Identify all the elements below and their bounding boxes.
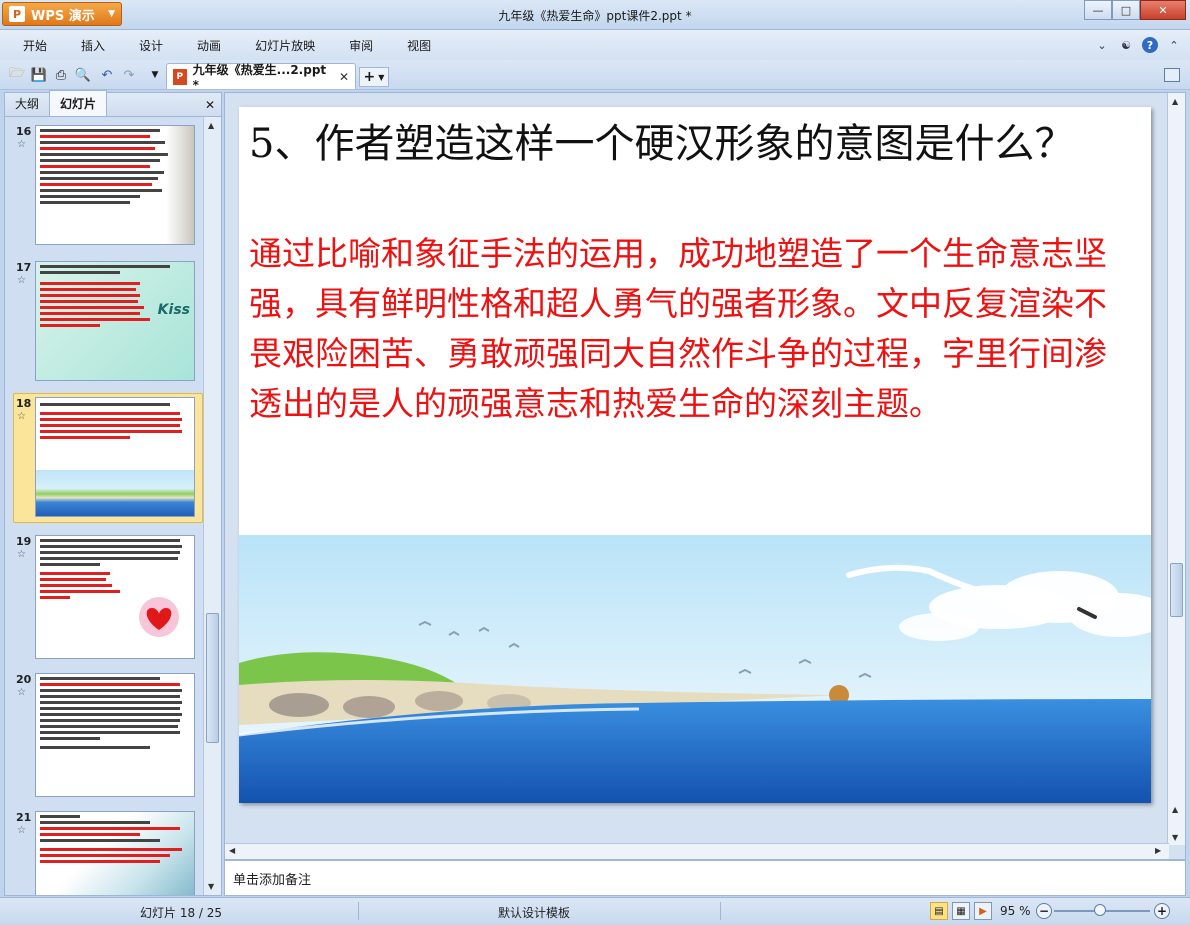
scroll-up-icon[interactable]: ▲ xyxy=(1172,97,1178,106)
slide-number: 21 xyxy=(16,811,32,824)
print-preview-icon[interactable]: 🔍 xyxy=(74,66,92,84)
animation-star-icon: ☆ xyxy=(17,687,26,698)
slide-number: 20 xyxy=(16,673,32,686)
scroll-up-icon[interactable]: ▲ xyxy=(208,121,214,130)
animation-star-icon: ☆ xyxy=(17,411,26,422)
slideshow-view-button[interactable]: ▶ xyxy=(974,902,992,920)
slide-thumbnail-18[interactable]: 18 ☆ xyxy=(5,397,203,521)
window-title: 九年级《热爱生命》ppt课件2.ppt * xyxy=(498,9,692,23)
notes-pane[interactable]: 单击添加备注 xyxy=(224,860,1186,896)
panel-tabs: 大纲 幻灯片 ✕ xyxy=(5,90,221,117)
scroll-up-icon[interactable]: ▲ xyxy=(1172,805,1178,814)
window-controls: — □ ✕ xyxy=(1084,0,1186,20)
tab-slides[interactable]: 幻灯片 xyxy=(49,90,108,116)
window-layout-icon[interactable] xyxy=(1164,68,1180,82)
normal-view-button[interactable]: ▤ xyxy=(930,902,948,920)
design-template-name: 默认设计模板 xyxy=(498,906,571,920)
close-tab-icon[interactable]: ✕ xyxy=(339,70,349,84)
thumb-decoration xyxy=(166,126,194,244)
status-divider xyxy=(720,902,721,920)
help-icon[interactable]: ? xyxy=(1142,37,1158,53)
menu-animation[interactable]: 动画 xyxy=(180,37,238,54)
zoom-slider-knob[interactable] xyxy=(1094,904,1106,916)
save-icon[interactable]: 💾 xyxy=(30,66,48,84)
maximize-button[interactable]: □ xyxy=(1112,0,1140,20)
slide-body-text[interactable]: 通过比喻和象征手法的运用，成功地塑造了一个生命意志坚强，具有鲜明性格和超人勇气的… xyxy=(249,229,1129,429)
quick-access-toolbar: 🗁 💾 ⎙ 🔍 ↶ ↷ ▼ P 九年级《热爱生...2.ppt * ✕ + ▼ xyxy=(0,60,1190,92)
thumbnail-image xyxy=(35,125,195,245)
slide-thumbnail-17[interactable]: 17 ☆ Kiss xyxy=(5,261,203,385)
scroll-right-icon[interactable]: ▶ xyxy=(1155,846,1161,855)
zoom-out-button[interactable]: − xyxy=(1036,903,1052,919)
current-slide[interactable]: 5、作者塑造这样一个硬汉形象的意图是什么？ 通过比喻和象征手法的运用，成功地塑造… xyxy=(239,107,1151,803)
redo-icon[interactable]: ↷ xyxy=(120,66,138,84)
scroll-down-icon[interactable]: ▼ xyxy=(208,882,214,891)
animation-star-icon: ☆ xyxy=(17,139,26,150)
document-tab-label: 九年级《热爱生...2.ppt * xyxy=(192,63,327,92)
editor-vertical-scrollbar[interactable]: ▲ ▲ ▼ xyxy=(1167,93,1185,845)
close-button[interactable]: ✕ xyxy=(1140,0,1186,20)
menu-design[interactable]: 设计 xyxy=(122,37,180,54)
ribbon-toggle-icon[interactable]: ⌃ xyxy=(1166,37,1182,53)
menu-review[interactable]: 审阅 xyxy=(332,37,390,54)
menu-right-tools: ⌄ ☯ ? ⌃ xyxy=(1094,37,1182,53)
undo-icon[interactable]: ↶ xyxy=(98,66,116,84)
menu-home[interactable]: 开始 xyxy=(6,37,64,54)
slides-panel: 大纲 幻灯片 ✕ 16 ☆ 17 ☆ Kiss 18 ☆ 19 ☆ 20 ☆ 2… xyxy=(4,90,222,896)
zoom-in-button[interactable]: + xyxy=(1154,903,1170,919)
print-icon[interactable]: ⎙ xyxy=(52,66,70,84)
status-divider xyxy=(358,902,359,920)
scroll-left-icon[interactable]: ◀ xyxy=(229,846,235,855)
thumb-kiss-text: Kiss xyxy=(157,302,190,318)
animation-star-icon: ☆ xyxy=(17,825,26,836)
zoom-level: 95 % xyxy=(1000,904,1031,918)
menu-insert[interactable]: 插入 xyxy=(64,37,122,54)
thumbnail-image xyxy=(35,811,195,895)
slide-number: 16 xyxy=(16,125,32,138)
sea-scene-image xyxy=(239,535,1151,803)
minimize-button[interactable]: — xyxy=(1084,0,1112,20)
thumbnail-image xyxy=(35,397,195,517)
menu-view[interactable]: 视图 xyxy=(390,37,448,54)
title-bar: P WPS 演示 ▼ 九年级《热爱生命》ppt课件2.ppt * — □ ✕ xyxy=(0,0,1190,30)
status-bar: 幻灯片 18 / 25 默认设计模板 ▤ ▦ ▶ 95 % − + xyxy=(0,897,1190,925)
slide-number: 19 xyxy=(16,535,32,548)
thumbnail-image xyxy=(35,673,195,797)
slide-sorter-view-button[interactable]: ▦ xyxy=(952,902,970,920)
panel-scrollbar[interactable]: ▲ ▼ xyxy=(203,117,221,895)
customize-toolbar-icon[interactable]: ▼ xyxy=(146,66,164,84)
close-panel-icon[interactable]: ✕ xyxy=(205,98,215,112)
heart-icon xyxy=(139,597,179,637)
slide-thumbnail-list: 16 ☆ 17 ☆ Kiss 18 ☆ 19 ☆ 20 ☆ 21 ☆ xyxy=(5,117,203,895)
open-folder-icon[interactable]: 🗁 xyxy=(8,66,26,84)
animation-star-icon: ☆ xyxy=(17,549,26,560)
slide-editor: 5、作者塑造这样一个硬汉形象的意图是什么？ 通过比喻和象征手法的运用，成功地塑造… xyxy=(224,92,1186,860)
slide-thumbnail-16[interactable]: 16 ☆ xyxy=(5,125,203,249)
notes-placeholder: 单击添加备注 xyxy=(233,873,312,888)
slide-thumbnail-19[interactable]: 19 ☆ xyxy=(5,535,203,659)
chevron-down-icon[interactable]: ⌄ xyxy=(1094,37,1110,53)
animation-star-icon: ☆ xyxy=(17,275,26,286)
slide-number: 17 xyxy=(16,261,32,274)
slide-thumbnail-20[interactable]: 20 ☆ xyxy=(5,673,203,797)
new-tab-button[interactable]: + ▼ xyxy=(359,67,389,87)
thumbnail-image: Kiss xyxy=(35,261,195,381)
thumbnail-image xyxy=(35,535,195,659)
menu-slideshow[interactable]: 幻灯片放映 xyxy=(238,37,332,54)
document-tab[interactable]: P 九年级《热爱生...2.ppt * ✕ xyxy=(166,63,356,92)
chevron-down-icon: ▼ xyxy=(378,72,385,82)
slide-thumbnail-21[interactable]: 21 ☆ xyxy=(5,811,203,895)
editor-horizontal-scrollbar[interactable]: ◀ ▶ xyxy=(225,843,1169,859)
ppt-file-icon: P xyxy=(173,68,187,85)
slide-counter: 幻灯片 18 / 25 xyxy=(140,906,223,920)
scrollbar-thumb[interactable] xyxy=(1170,563,1183,617)
slide-number: 18 xyxy=(16,397,32,410)
scroll-down-icon[interactable]: ▼ xyxy=(1172,833,1178,842)
thumb-sea-scene xyxy=(36,470,194,516)
slide-title[interactable]: 5、作者塑造这样一个硬汉形象的意图是什么？ xyxy=(249,119,1129,169)
scrollbar-thumb[interactable] xyxy=(206,613,219,743)
menu-bar: 开始 插入 设计 动画 幻灯片放映 审阅 视图 ⌄ ☯ ? ⌃ xyxy=(0,30,1190,60)
skin-icon[interactable]: ☯ xyxy=(1118,37,1134,53)
tab-outline[interactable]: 大纲 xyxy=(5,91,49,116)
